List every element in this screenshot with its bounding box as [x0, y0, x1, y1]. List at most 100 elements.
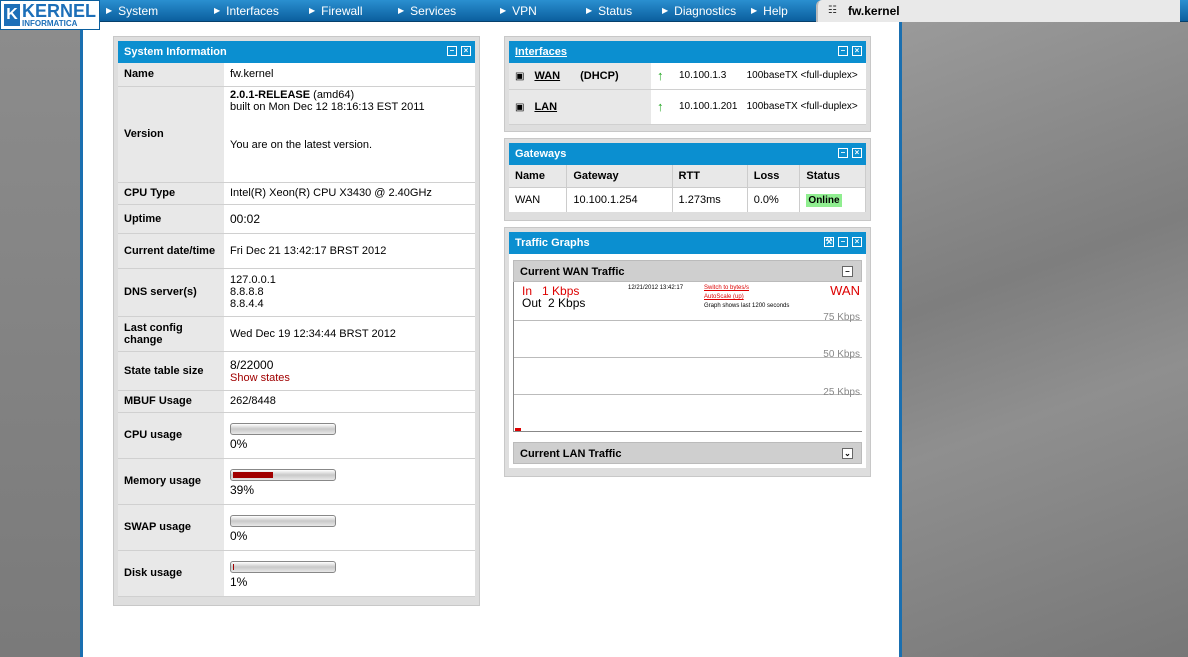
- minimize-icon[interactable]: –: [838, 46, 848, 56]
- column-header: Gateway: [566, 165, 673, 188]
- row-value: 127.0.0.1 8.8.8.8 8.8.4.4: [224, 268, 475, 317]
- tick-label: 25 Kbps: [823, 387, 860, 398]
- gateway-gateway: 10.100.1.254: [566, 187, 673, 212]
- table-row: Uptime 00:02: [118, 204, 475, 234]
- row-value: Wed Dec 19 12:34:44 BRST 2012: [224, 316, 475, 352]
- gateways-panel: Gateways – × Name Gateway RTT Loss Status WA…: [504, 138, 871, 221]
- nav-label: Services: [410, 4, 457, 18]
- table-header-row: Name Gateway RTT Loss Status: [509, 165, 866, 188]
- usage-value: 39%: [230, 483, 255, 497]
- minimize-icon[interactable]: –: [447, 46, 457, 56]
- wan-traffic-graph: In 1 Kbps Out 2 Kbps 12/21/2012 13:42:17…: [513, 282, 862, 432]
- show-states-link[interactable]: Show states: [230, 372, 469, 384]
- nav-label: Firewall: [321, 4, 363, 18]
- nav-label: System: [118, 4, 159, 18]
- column-header: Loss: [747, 165, 801, 188]
- nav-label: Diagnostics: [674, 4, 737, 18]
- traffic-mark: [515, 428, 521, 431]
- version-number: 2.0.1-RELEASE: [230, 88, 311, 101]
- logo-k-icon: K: [4, 4, 20, 26]
- close-icon[interactable]: ×: [461, 46, 471, 56]
- menu-arrow-icon: ▶: [586, 6, 593, 15]
- row-value: 00:02: [224, 204, 475, 234]
- value-text: 00:02: [230, 211, 261, 226]
- panel-header: Gateways – ×: [509, 143, 866, 165]
- table-row: CPU Type Intel(R) Xeon(R) CPU X3430 @ 2.4…: [118, 182, 475, 205]
- main-content: System Information – × Name fw.kernel Vers…: [80, 22, 902, 657]
- table-row: SWAP usage 0%: [118, 504, 475, 551]
- nav-vpn[interactable]: ▶ VPN: [496, 0, 582, 22]
- close-icon[interactable]: ×: [852, 46, 862, 56]
- row-value: 2.0.1-RELEASE (amd64) built on Mon Dec 12…: [224, 86, 475, 183]
- nav-interfaces[interactable]: ▶ Interfaces: [210, 0, 305, 22]
- background-left: [0, 22, 80, 657]
- nav-status[interactable]: ▶ Status: [582, 0, 658, 22]
- build-date: built on Mon Dec 12 18:16:13 EST 2011: [230, 100, 425, 113]
- nav-services[interactable]: ▶ Services: [394, 0, 496, 22]
- value-text: Wed Dec 19 12:34:44 BRST 2012: [230, 327, 396, 340]
- nav-diagnostics[interactable]: ▶ Diagnostics: [658, 0, 747, 22]
- graph-timestamp: 12/21/2012 13:42:17: [628, 285, 684, 291]
- value-text: Intel(R) Xeon(R) CPU X3430 @ 2.40GHz: [230, 187, 432, 199]
- interface-link-wan[interactable]: WAN: [534, 70, 560, 82]
- close-icon[interactable]: ×: [852, 237, 862, 247]
- value-text: Fri Dec 21 13:42:17 BRST 2012: [230, 244, 387, 257]
- minimize-icon[interactable]: –: [838, 148, 848, 158]
- table-row: Name fw.kernel: [118, 63, 475, 87]
- dns-server: 127.0.0.1: [230, 274, 276, 286]
- interface-ip: 10.100.1.201: [673, 89, 741, 125]
- table-row: CPU usage 0%: [118, 412, 475, 459]
- row-label: MBUF Usage: [118, 390, 224, 413]
- row-value: Fri Dec 21 13:42:17 BRST 2012: [224, 233, 475, 269]
- switch-units-link[interactable]: Switch to bytes/s: [704, 285, 749, 291]
- nav-firewall[interactable]: ▶ Firewall: [305, 0, 394, 22]
- table-row: State table size 8/22000 Show states: [118, 351, 475, 391]
- nav-system[interactable]: ▶ System: [102, 0, 210, 22]
- expand-icon[interactable]: ⌄: [842, 448, 853, 459]
- dns-server: 8.8.8.8: [230, 286, 264, 298]
- status-badge: Online: [806, 194, 842, 207]
- close-icon[interactable]: ×: [852, 148, 862, 158]
- menu-arrow-icon: ▶: [398, 6, 405, 15]
- status-up-icon: ↑: [657, 99, 664, 114]
- nav-label: Help: [763, 4, 788, 18]
- nav-label: VPN: [512, 4, 537, 18]
- collapse-icon[interactable]: –: [842, 266, 853, 277]
- column-header: Name: [509, 165, 568, 188]
- wrench-icon[interactable]: ⚒: [824, 237, 834, 247]
- interfaces-panel: Interfaces – × ▣ WAN (DHCP) ↑ 10.100.1.3 100b…: [504, 36, 871, 132]
- table-row: Disk usage 1%: [118, 550, 475, 597]
- menu-arrow-icon: ▶: [214, 6, 221, 15]
- table-row: Last config change Wed Dec 19 12:34:44 BR…: [118, 316, 475, 352]
- lan-traffic-title: Current LAN Traffic: [520, 448, 622, 460]
- table-row: MBUF Usage 262/8448: [118, 390, 475, 413]
- traffic-graphs-panel: Traffic Graphs ⚒ – × Current WAN Traffic…: [504, 227, 871, 477]
- row-label: SWAP usage: [118, 504, 224, 551]
- usage-bar-fill: [233, 472, 273, 478]
- interfaces-table: ▣ WAN (DHCP) ↑ 10.100.1.3 100baseTX <full-dup…: [509, 63, 866, 125]
- traffic-body: Current WAN Traffic – In 1 Kbps Out 2 Kb…: [509, 254, 866, 468]
- status-up-icon: ↑: [657, 68, 664, 84]
- row-label: Disk usage: [118, 550, 224, 597]
- autoscale-link[interactable]: AutoScale (up): [704, 294, 744, 300]
- interfaces-title-link[interactable]: Interfaces: [515, 46, 567, 58]
- nav-label: Interfaces: [226, 4, 279, 18]
- wan-traffic-header: Current WAN Traffic –: [513, 260, 862, 282]
- version-arch: (amd64): [310, 88, 355, 101]
- hostname: fw.kernel: [848, 4, 900, 18]
- nav-help[interactable]: ▶ Help: [747, 0, 817, 22]
- menu-arrow-icon: ▶: [106, 6, 113, 15]
- value-text: 8/22000: [230, 357, 274, 372]
- interface-row: ▣ WAN (DHCP) ↑ 10.100.1.3 100baseTX <full-dup…: [509, 63, 866, 90]
- interface-link-lan[interactable]: LAN: [534, 101, 557, 113]
- row-label: CPU usage: [118, 412, 224, 459]
- interface-type: (DHCP): [580, 69, 619, 82]
- menu-arrow-icon: ▶: [662, 6, 669, 15]
- interface-icon: ▣: [515, 101, 525, 113]
- gridline: [514, 357, 862, 358]
- logo[interactable]: K KERNEL INFORMATICA: [0, 0, 100, 30]
- column-header: Status: [799, 165, 866, 188]
- usage-value: 1%: [230, 575, 248, 589]
- interface-name-cell: ▣ WAN (DHCP): [509, 63, 651, 90]
- minimize-icon[interactable]: –: [838, 237, 848, 247]
